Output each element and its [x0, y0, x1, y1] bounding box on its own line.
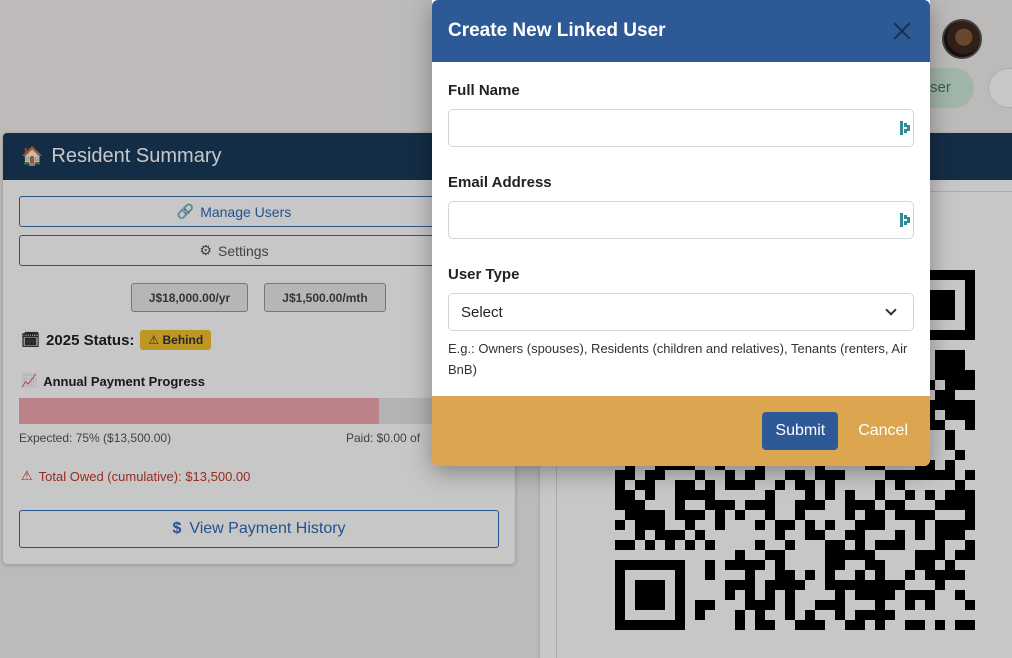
full-name-input[interactable] — [448, 109, 914, 147]
modal-title: Create New Linked User — [448, 20, 666, 41]
modal-footer: Submit Cancel — [432, 396, 930, 466]
chevron-down-icon — [885, 304, 897, 316]
full-name-label: Full Name — [448, 82, 520, 99]
create-linked-user-modal: Create New Linked User Full Name Email A… — [432, 0, 930, 466]
password-manager-icon[interactable] — [900, 213, 910, 227]
submit-button[interactable]: Submit — [762, 412, 839, 450]
user-type-hint: E.g.: Owners (spouses), Residents (child… — [448, 341, 908, 377]
email-label: Email Address — [448, 174, 552, 191]
email-input[interactable] — [448, 201, 914, 239]
user-type-selected: Select — [461, 303, 503, 321]
modal-header: Create New Linked User — [432, 0, 930, 62]
email-wrap — [448, 201, 914, 239]
close-icon[interactable] — [890, 19, 914, 43]
cancel-button[interactable]: Cancel — [858, 422, 908, 440]
full-name-wrap — [448, 109, 914, 147]
user-type-select[interactable]: Select — [448, 293, 914, 331]
user-type-label: User Type — [448, 266, 520, 283]
password-manager-icon[interactable] — [900, 121, 910, 135]
modal-body: Full Name Email Address User Type Select — [432, 62, 930, 396]
